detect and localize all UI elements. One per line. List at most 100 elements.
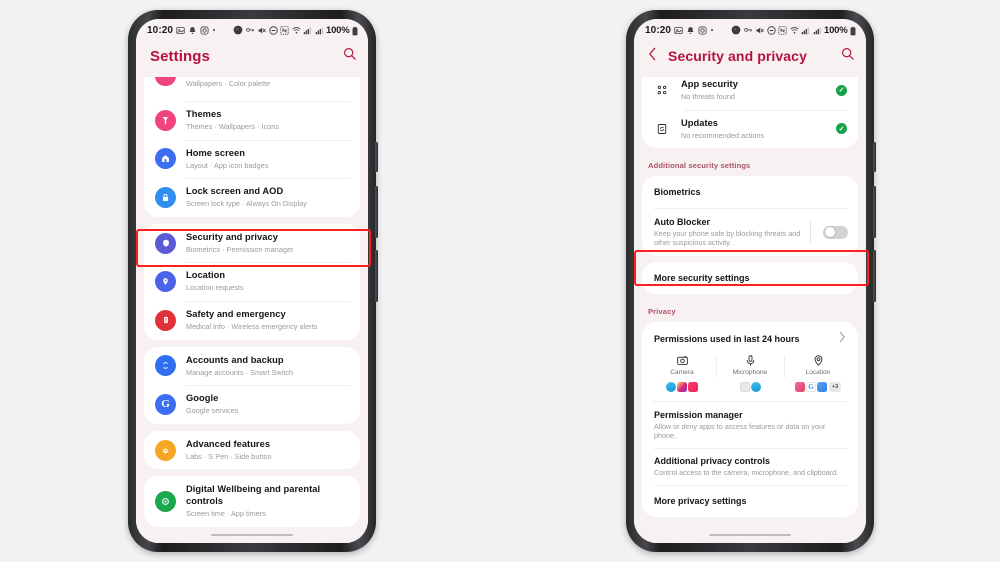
list-item-title: App security <box>681 79 738 89</box>
list-item-title: Lock screen and AOD <box>186 186 284 197</box>
permission-column-microphone[interactable]: Microphone <box>716 353 784 393</box>
status-bar-right: 100% <box>731 25 856 36</box>
list-item-additional-privacy-controls[interactable]: Additional privacy controls Control acce… <box>642 448 858 485</box>
sync-icon <box>155 355 176 377</box>
location-pin-icon <box>155 271 176 293</box>
phone-volume-down-button[interactable] <box>873 250 876 302</box>
list-item-digital-wellbeing[interactable]: Digital Wellbeing and parental controls … <box>144 476 360 526</box>
list-item-title: Permission manager <box>654 410 743 421</box>
more-security-settings-card: More security settings <box>642 262 858 295</box>
list-item-text: Location Location requests <box>186 270 349 293</box>
list-item-text: Security and privacy Biometrics · Permis… <box>186 232 349 255</box>
dnd-icon <box>766 25 776 35</box>
list-item-app-security[interactable]: App security No threats found ✓ <box>642 77 858 110</box>
security-settings-card: Biometrics Auto Blocker Keep your phone … <box>642 176 858 257</box>
permission-column-camera[interactable]: Camera <box>648 353 716 393</box>
signal-1-icon <box>303 26 312 35</box>
list-item-title: Themes <box>186 109 222 119</box>
instagram-icon <box>698 25 707 35</box>
home-gesture-pill[interactable] <box>211 533 293 537</box>
list-item-text: App security No threats found <box>681 79 836 102</box>
phone-side-button-1[interactable] <box>375 142 378 172</box>
phone-right-screen: 10:20 100% Security and privacy App secu… <box>634 19 866 543</box>
list-item-more-privacy-settings[interactable]: More privacy settings <box>642 485 858 517</box>
safety-icon <box>155 309 176 331</box>
phone-volume-up-button[interactable] <box>375 186 378 238</box>
list-item-advanced-features[interactable]: Advanced features Labs · S Pen · Side bu… <box>144 431 360 470</box>
list-item-safety-and-emergency[interactable]: Safety and emergency Medical info · Wire… <box>144 300 360 340</box>
list-item-text: Digital Wellbeing and parental controls … <box>186 484 349 518</box>
list-item-text: Google Google services <box>186 393 349 416</box>
list-item-home-screen[interactable]: Home screen Layout · App icon badges <box>144 139 360 179</box>
divider <box>810 221 811 244</box>
list-item-lock-screen[interactable]: Lock screen and AOD Screen lock type · A… <box>144 178 360 217</box>
phone-volume-down-button[interactable] <box>375 250 378 302</box>
list-item-themes[interactable]: Themes Themes · Wallpapers · Icons <box>144 101 360 140</box>
navigation-bar <box>634 527 866 543</box>
list-item-permission-manager[interactable]: Permission manager Allow or deny apps to… <box>642 402 858 448</box>
youtube-app-icon <box>688 382 698 393</box>
list-item-text: Updates No recommended actions <box>681 118 836 141</box>
navigation-bar <box>136 527 368 543</box>
list-item-location[interactable]: Location Location requests <box>144 262 360 301</box>
security-list[interactable]: App security No threats found ✓ Updates … <box>634 77 866 543</box>
app-security-icon <box>653 82 670 99</box>
list-item-title: Security and privacy <box>186 231 278 242</box>
chevron-right-icon[interactable] <box>839 331 846 346</box>
list-item-subtitle: Themes · Wallpapers · Icons <box>186 122 279 132</box>
home-gesture-pill[interactable] <box>709 533 791 537</box>
status-bar-left: 10:20 <box>147 25 216 36</box>
advanced-features-icon <box>155 439 176 461</box>
list-item-subtitle: Biometrics · Permission manager <box>186 244 294 254</box>
chrome-app-icon <box>817 382 827 393</box>
phone-volume-up-button[interactable] <box>873 186 876 238</box>
page-title: Settings <box>150 47 210 65</box>
search-icon[interactable] <box>343 47 356 65</box>
auto-blocker-toggle[interactable] <box>823 225 848 239</box>
list-item-title: Google <box>186 393 219 404</box>
permissions-title: Permissions used in last 24 hours <box>654 333 800 344</box>
maps-app-icon <box>795 382 805 393</box>
list-item-biometrics[interactable]: Biometrics <box>642 176 858 208</box>
list-item-more-security-settings[interactable]: More security settings <box>642 262 858 294</box>
list-item-security-and-privacy[interactable]: Security and privacy Biometrics · Permis… <box>144 224 360 263</box>
status-time: 10:20 <box>645 24 672 36</box>
list-item-accounts-and-backup[interactable]: Accounts and backup Manage accounts · Sm… <box>144 347 360 386</box>
dot-icon <box>711 29 714 31</box>
instagram-icon <box>200 25 209 35</box>
shield-icon <box>155 232 176 254</box>
permissions-used-header[interactable]: Permissions used in last 24 hours <box>642 322 858 353</box>
list-item-subtitle: No threats found <box>681 92 735 102</box>
list-item-title: Additional privacy controls <box>654 456 771 467</box>
back-chevron-icon[interactable] <box>648 47 660 65</box>
list-item-text: Wallpapers · Color palette <box>186 77 349 88</box>
list-item-updates[interactable]: Updates No recommended actions ✓ <box>642 109 858 149</box>
settings-list[interactable]: Wallpapers · Color palette Themes Themes… <box>136 77 368 543</box>
battery-percent: 100% <box>326 24 350 36</box>
list-item-text: Lock screen and AOD Screen lock type · A… <box>186 186 349 209</box>
instagram-app-icon <box>677 382 687 393</box>
list-item-title: Biometrics <box>654 187 701 198</box>
permission-column-location[interactable]: Location G +3 <box>784 353 852 393</box>
digital-wellbeing-icon <box>155 490 176 512</box>
list-item-auto-blocker[interactable]: Auto Blocker Keep your phone safe by blo… <box>642 208 858 256</box>
phone-left: 10:20 100% Settings Wallpapers · Color p… <box>128 10 378 552</box>
battery-icon <box>850 26 856 35</box>
list-item-subtitle: Screen time · App timers <box>186 509 266 519</box>
permission-app-icons: G +3 <box>795 382 841 393</box>
list-item-title: Home screen <box>186 147 245 158</box>
list-item-title: More security settings <box>654 273 750 284</box>
gallery-icon <box>176 26 185 35</box>
list-item-text: Auto Blocker Keep your phone safe by blo… <box>654 217 804 247</box>
permissions-grid: Camera Microphone Location G +3 <box>642 353 858 401</box>
bell-icon <box>686 26 695 35</box>
nfc-icon <box>280 25 289 35</box>
list-item-subtitle: Screen lock type · Always On Display <box>186 199 307 209</box>
list-item-wallpaper[interactable]: Wallpapers · Color palette <box>144 77 360 101</box>
wallpaper-icon <box>155 77 176 86</box>
search-icon[interactable] <box>841 47 854 65</box>
list-item-google[interactable]: G Google Google services <box>144 385 360 424</box>
privacy-card: Permissions used in last 24 hours Camera <box>642 322 858 518</box>
phone-side-button-1[interactable] <box>873 142 876 172</box>
list-item-subtitle: Manage accounts · Smart Switch <box>186 367 294 377</box>
